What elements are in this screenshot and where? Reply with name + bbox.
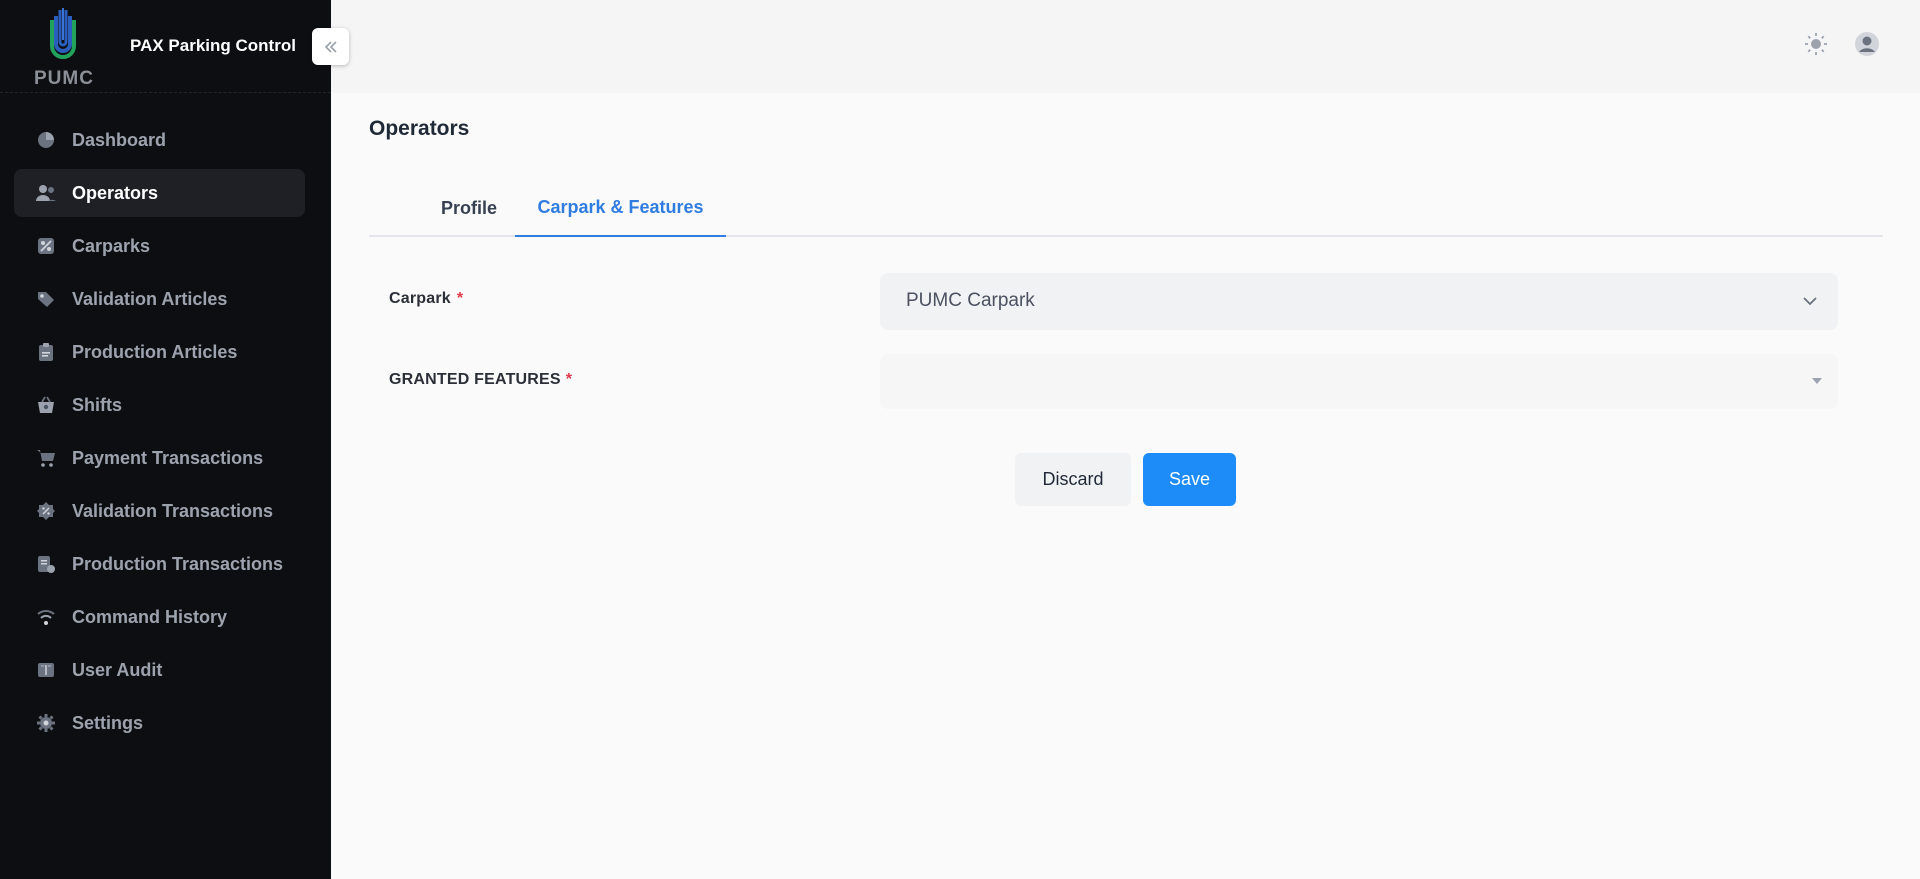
sidebar-item-production-articles[interactable]: Production Articles xyxy=(14,328,305,376)
book-icon xyxy=(35,659,57,681)
required-mark: * xyxy=(456,290,464,307)
sidebar-item-label: Carparks xyxy=(72,235,151,256)
sidebar-item-command-history[interactable]: Command History xyxy=(14,593,305,641)
percent-tag-icon xyxy=(35,235,57,257)
users-icon xyxy=(35,182,57,204)
sidebar-item-label: Validation Articles xyxy=(72,288,228,309)
carpark-label-text: Carpark xyxy=(389,290,451,307)
user-menu-button[interactable] xyxy=(1853,30,1881,58)
tab-profile[interactable]: Profile xyxy=(411,180,527,237)
sidebar-item-dashboard[interactable]: Dashboard xyxy=(14,116,305,164)
sidebar-item-payment-transactions[interactable]: Payment Transactions xyxy=(14,434,305,482)
sidebar-item-label: Validation Transactions xyxy=(72,500,274,521)
sidebar-item-validation-transactions[interactable]: Validation Transactions xyxy=(14,487,305,535)
sidebar-item-production-transactions[interactable]: Production Transactions xyxy=(14,540,305,588)
sidebar-item-label: Operators xyxy=(72,182,159,203)
sidebar-item-user-audit[interactable]: User Audit xyxy=(14,646,305,694)
basket-icon xyxy=(35,394,57,416)
granted-features-select[interactable] xyxy=(880,354,1838,409)
sidebar-nav: Dashboard Operators Carparks Validation … xyxy=(14,116,305,752)
granted-features-label-text: GRANTED FEATURES xyxy=(389,371,561,388)
app-title: PAX Parking Control xyxy=(130,36,296,55)
price-tag-icon xyxy=(35,288,57,310)
sidebar-item-label: Payment Transactions xyxy=(72,447,264,468)
collapse-sidebar-button[interactable] xyxy=(312,28,349,65)
carpark-select-value: PUMC Carpark xyxy=(906,290,1035,311)
sidebar-item-validation-articles[interactable]: Validation Articles xyxy=(14,275,305,323)
theme-toggle-button[interactable] xyxy=(1802,30,1830,58)
carpark-label: Carpark * xyxy=(389,290,463,308)
brand-area: PUMC PAX Parking Control xyxy=(0,0,331,93)
discard-button[interactable]: Discard xyxy=(1015,453,1131,506)
top-header xyxy=(331,0,1920,93)
user-avatar-icon xyxy=(1855,32,1879,56)
sidebar: PUMC PAX Parking Control Dashboard Opera… xyxy=(0,0,349,879)
sidebar-item-label: Settings xyxy=(72,712,144,733)
sun-icon xyxy=(1805,33,1827,55)
cart-icon xyxy=(35,447,57,469)
caret-down-icon xyxy=(1812,378,1822,384)
sidebar-item-settings[interactable]: Settings xyxy=(14,699,305,747)
chevron-down-icon xyxy=(1803,297,1817,306)
document-icon xyxy=(35,553,57,575)
required-mark: * xyxy=(565,371,573,388)
sidebar-item-label: Production Articles xyxy=(72,341,238,362)
sidebar-item-label: Shifts xyxy=(72,394,123,415)
clipboard-icon xyxy=(35,341,57,363)
logo-text: PUMC xyxy=(34,68,94,89)
carpark-select[interactable]: PUMC Carpark xyxy=(880,273,1838,330)
wifi-icon xyxy=(35,606,57,628)
double-chevron-left-icon xyxy=(324,40,337,53)
sidebar-item-label: Command History xyxy=(72,606,228,627)
badge-percent-icon xyxy=(35,500,57,522)
sidebar-item-label: Dashboard xyxy=(72,129,167,150)
sidebar-item-label: Production Transactions xyxy=(72,553,284,574)
tab-bar: Profile Carpark & Features xyxy=(369,180,1883,237)
sidebar-item-carparks[interactable]: Carparks xyxy=(14,222,305,270)
gear-icon xyxy=(35,712,57,734)
pie-chart-icon xyxy=(35,129,57,151)
sidebar-item-label: User Audit xyxy=(72,659,163,680)
save-button[interactable]: Save xyxy=(1143,453,1236,506)
tab-carpark-features[interactable]: Carpark & Features xyxy=(515,180,726,237)
page-title: Operators xyxy=(369,117,470,140)
sidebar-item-operators[interactable]: Operators xyxy=(14,169,305,217)
sidebar-item-shifts[interactable]: Shifts xyxy=(14,381,305,429)
granted-features-label: GRANTED FEATURES * xyxy=(389,371,572,389)
